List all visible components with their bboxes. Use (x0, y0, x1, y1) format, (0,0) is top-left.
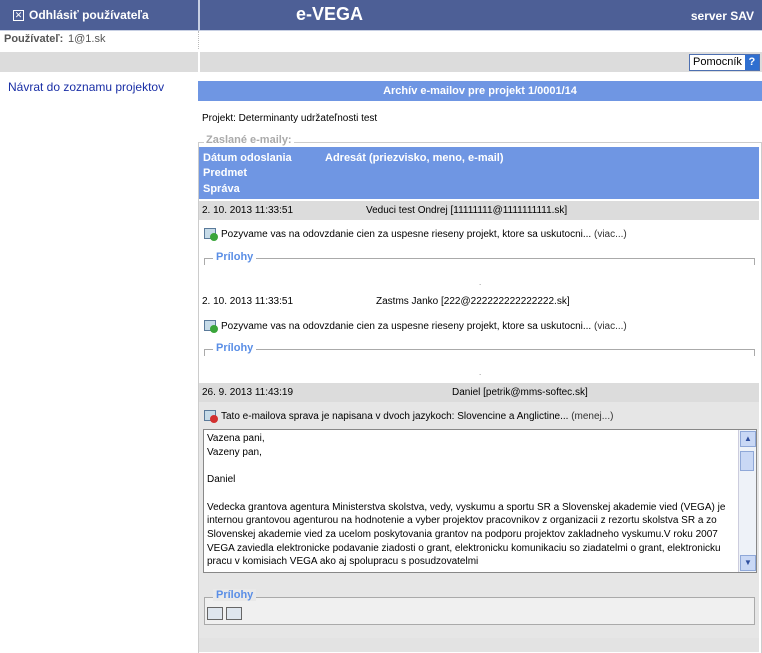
attachment-icon[interactable] (226, 607, 242, 620)
email-recipient: Zastms Janko [222@222222222222222.sk] (376, 296, 570, 307)
user-divider (198, 31, 199, 49)
logout-label: Odhlásiť používateľa (29, 8, 149, 22)
footer-row (199, 638, 759, 652)
row-divider-dot: . (479, 368, 482, 377)
email-subject-text: Tato e-mailova sprava je napisana v dvoc… (221, 410, 569, 422)
col-subject: Predmet (203, 167, 248, 179)
emails-table-header: Dátum odoslania Adresát (priezvisko, men… (199, 147, 759, 199)
user-row: Používateľ: 1@1.sk (0, 31, 762, 47)
toolbar-separator (198, 52, 200, 72)
scroll-down-icon[interactable]: ▼ (740, 555, 756, 571)
message-textarea[interactable]: Vazena pani, Vazeny pan, Daniel Vedecka … (203, 429, 757, 573)
scroll-up-icon[interactable]: ▲ (740, 431, 756, 447)
attachments-fieldset: Prílohy (204, 342, 755, 356)
toolbar (0, 52, 762, 72)
email-subject-text: Pozyvame vas na odovzdanie cien za uspes… (221, 320, 592, 332)
mail-expand-icon[interactable] (204, 319, 218, 333)
help-icon: ? (744, 55, 759, 70)
row-divider-dot: . (479, 278, 482, 287)
mail-collapse-icon[interactable] (204, 409, 218, 423)
less-link[interactable]: (menej...) (571, 411, 613, 422)
message-body: Vazena pani, Vazeny pan, Daniel Vedecka … (207, 433, 726, 568)
email-subject: Pozyvame vas na odovzdanie cien za uspes… (204, 227, 627, 241)
app-title: e-VEGA (296, 4, 364, 24)
more-link[interactable]: (viac...) (594, 229, 627, 240)
archive-header: Archív e-mailov pre projekt 1/0001/14 (198, 81, 762, 101)
email-date: 2. 10. 2013 11:33:51 (202, 205, 294, 216)
email-subject-text: Pozyvame vas na odovzdanie cien za uspes… (221, 228, 592, 240)
attachments-legend: Prílohy (213, 342, 257, 354)
project-line: Projekt: Determinanty udržateľnosti test (202, 113, 378, 124)
email-row-header: 2. 10. 2013 11:33:51 Veduci test Ondrej … (199, 201, 759, 220)
email-row-header: 2. 10. 2013 11:33:51 Zastms Janko [222@2… (199, 292, 759, 311)
user-value: 1@1.sk (68, 33, 106, 45)
email-row-header: 26. 9. 2013 11:43:19 Daniel [petrik@mms-… (199, 383, 759, 402)
email-date: 2. 10. 2013 11:33:51 (202, 296, 294, 307)
scroll-thumb[interactable] (740, 451, 754, 471)
col-recipient: Adresát (priezvisko, meno, e-mail) (325, 152, 504, 164)
more-link[interactable]: (viac...) (594, 321, 627, 332)
help-button[interactable]: Pomocník ? (689, 54, 760, 71)
top-separator (198, 0, 200, 30)
attachments-fieldset: Prílohy (204, 589, 755, 625)
email-recipient: Veduci test Ondrej [11111111@1111111111.… (366, 205, 568, 216)
email-subject: Pozyvame vas na odovzdanie cien za uspes… (204, 319, 627, 333)
server-label: server SAV (690, 9, 754, 23)
attachments-legend: Prílohy (213, 251, 257, 263)
email-subject: Tato e-mailova sprava je napisana v dvoc… (204, 409, 613, 423)
close-box-icon: ✕ (13, 9, 24, 21)
email-recipient: Daniel [petrik@mms-softec.sk] (452, 387, 588, 398)
email-date: 26. 9. 2013 11:43:19 (202, 387, 294, 398)
col-message: Správa (203, 183, 240, 195)
back-to-projects-link[interactable]: Návrat do zoznamu projektov (8, 80, 164, 94)
col-date: Dátum odoslania (203, 152, 292, 164)
top-bar: ✕ Odhlásiť používateľa e-VEGA server SAV (0, 0, 762, 31)
attachment-icon[interactable] (207, 607, 223, 620)
message-scrollbar[interactable]: ▲ ▼ (738, 430, 756, 572)
mail-expand-icon[interactable] (204, 227, 218, 241)
attachments-fieldset: Prílohy (204, 251, 755, 265)
user-label: Používateľ: (4, 33, 64, 45)
help-label: Pomocník (693, 56, 742, 68)
logout-button[interactable]: ✕ Odhlásiť používateľa (0, 0, 198, 30)
sent-emails-legend: Zaslané e-maily: (204, 134, 294, 146)
attachments-legend: Prílohy (213, 589, 257, 601)
